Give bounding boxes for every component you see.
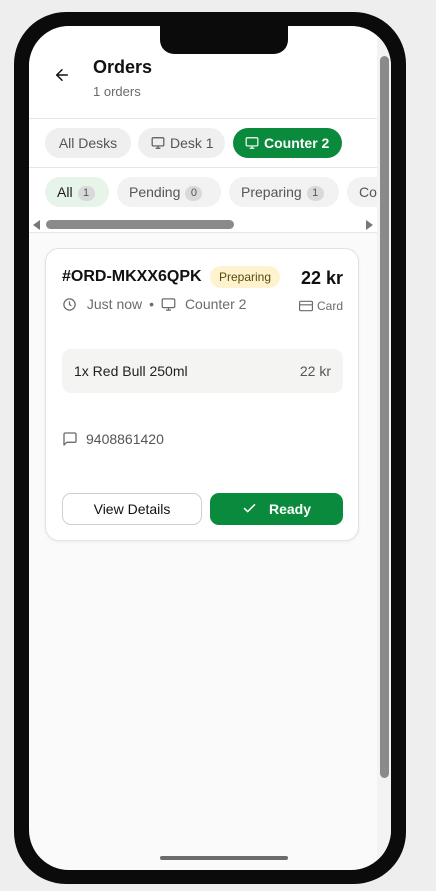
vertical-scrollbar[interactable] bbox=[380, 56, 389, 778]
phone-frame: Orders 1 orders All Desks Desk 1 Counter… bbox=[14, 12, 406, 884]
check-icon bbox=[243, 503, 256, 513]
horizontal-scroll-thumb[interactable] bbox=[46, 220, 234, 229]
monitor-icon bbox=[151, 137, 165, 149]
tab-preparing[interactable]: Preparing 1 bbox=[229, 177, 339, 207]
order-desk: Counter 2 bbox=[184, 296, 247, 312]
scroll-left-icon[interactable] bbox=[33, 220, 40, 230]
desk-filter-bar: All Desks Desk 1 Counter 2 bbox=[29, 119, 377, 168]
tab-label: Co bbox=[359, 184, 377, 200]
count-badge: 1 bbox=[77, 186, 95, 201]
clock-icon bbox=[63, 298, 76, 311]
tab-pending[interactable]: Pending 0 bbox=[117, 177, 221, 207]
camera-notch bbox=[160, 26, 288, 54]
order-card: #ORD-MKXX6QPK Preparing 22 kr Just now • … bbox=[45, 248, 359, 541]
monitor-icon bbox=[161, 298, 176, 311]
desk-chip-label: Counter 2 bbox=[264, 135, 330, 151]
desk-chip-counter-2[interactable]: Counter 2 bbox=[233, 128, 342, 158]
tab-all[interactable]: All 1 bbox=[45, 177, 109, 207]
view-details-button[interactable]: View Details bbox=[62, 493, 202, 525]
desk-chip-label: All Desks bbox=[58, 135, 118, 151]
order-time: Just now bbox=[86, 296, 143, 312]
page-title: Orders bbox=[93, 57, 153, 77]
order-meta: Just now • Counter 2 bbox=[62, 296, 246, 312]
desk-chip-all[interactable]: All Desks bbox=[45, 128, 131, 158]
order-count: 1 orders bbox=[93, 84, 141, 99]
customer-phone: 9408861420 bbox=[62, 431, 164, 447]
tab-completed[interactable]: Co bbox=[347, 177, 377, 207]
tab-label: All bbox=[57, 184, 73, 200]
phone-number: 9408861420 bbox=[86, 431, 164, 447]
payment-label: Card bbox=[316, 299, 343, 313]
payment-method: Card bbox=[298, 299, 343, 313]
credit-card-icon bbox=[298, 300, 313, 312]
count-badge: 0 bbox=[185, 186, 203, 201]
order-id: #ORD-MKXX6QPK bbox=[62, 268, 202, 285]
order-total: 22 kr bbox=[300, 268, 343, 288]
app-screen: Orders 1 orders All Desks Desk 1 Counter… bbox=[29, 26, 391, 870]
status-badge: Preparing bbox=[210, 266, 281, 288]
order-item: 1x Red Bull 250ml 22 kr bbox=[62, 349, 343, 393]
item-name: 1x Red Bull 250ml bbox=[74, 363, 188, 379]
home-indicator[interactable] bbox=[160, 856, 288, 860]
ready-button[interactable]: Ready bbox=[210, 493, 343, 525]
message-icon bbox=[63, 432, 77, 446]
arrow-left-icon[interactable] bbox=[53, 66, 71, 84]
status-tab-bar: All 1 Pending 0 Preparing 1 Co bbox=[29, 168, 377, 218]
tab-label: Pending bbox=[129, 184, 181, 200]
scroll-right-icon[interactable] bbox=[366, 220, 373, 230]
meta-separator: • bbox=[149, 296, 155, 312]
desk-chip-label: Desk 1 bbox=[170, 135, 214, 151]
horizontal-scrollbar bbox=[29, 218, 377, 233]
monitor-icon bbox=[245, 137, 259, 149]
desk-chip-desk-1[interactable]: Desk 1 bbox=[138, 128, 225, 158]
ready-label: Ready bbox=[268, 501, 312, 517]
count-badge: 1 bbox=[306, 186, 324, 201]
item-price: 22 kr bbox=[299, 363, 331, 379]
tab-label: Preparing bbox=[241, 184, 302, 200]
